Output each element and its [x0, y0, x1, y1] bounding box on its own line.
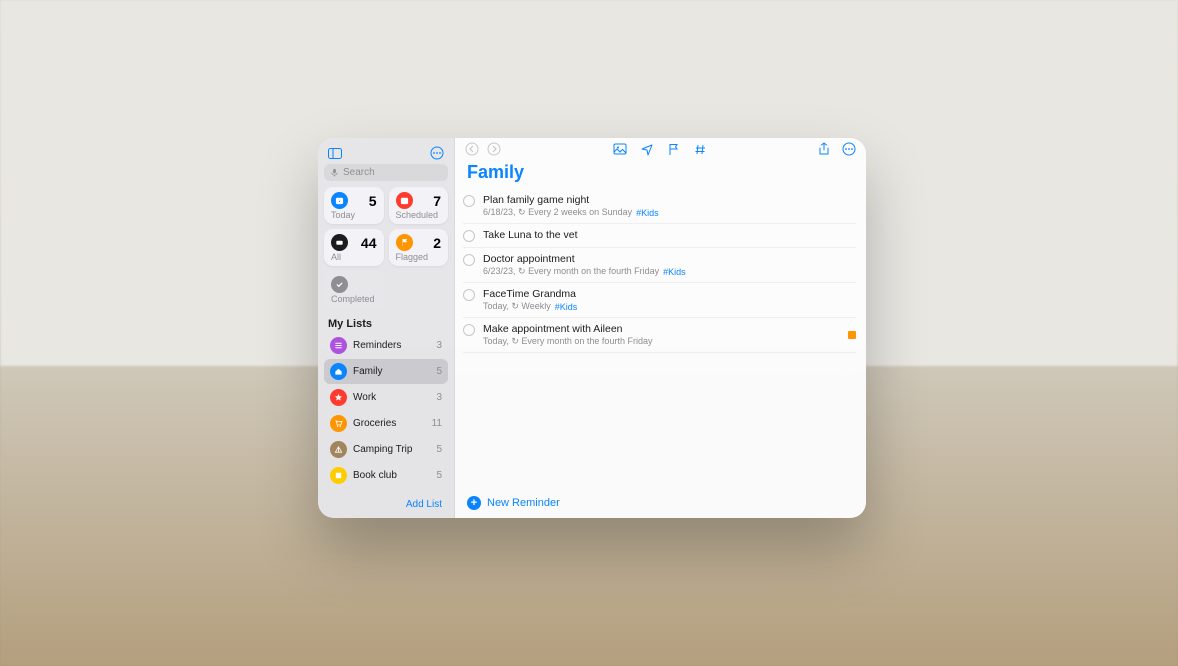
list-count: 3	[436, 392, 442, 403]
smart-list-all[interactable]: 44 All	[324, 229, 384, 266]
list-icon	[330, 337, 347, 354]
reminder-item[interactable]: FaceTime GrandmaToday, ↻ Weekly#Kids	[463, 283, 856, 318]
reminder-title: Take Luna to the vet	[483, 229, 856, 241]
reminder-title: FaceTime Grandma	[483, 288, 856, 300]
flag-button-icon[interactable]	[668, 143, 680, 156]
reminder-tag[interactable]: #Kids	[663, 267, 686, 277]
toolbar	[455, 138, 866, 160]
mic-icon	[330, 168, 339, 177]
sidebar-toggle-icon[interactable]	[328, 146, 342, 160]
reminder-subtitle: 6/18/23, ↻ Every 2 weeks on Sunday#Kids	[483, 207, 856, 218]
location-icon[interactable]	[641, 143, 654, 156]
forward-icon[interactable]	[487, 142, 501, 156]
sidebar-list-family[interactable]: Family 5	[324, 359, 448, 384]
list-title: Family	[455, 160, 866, 189]
plus-icon: +	[467, 496, 481, 510]
hashtag-icon[interactable]	[694, 143, 707, 156]
search-input[interactable]: Search	[324, 164, 448, 181]
list-name: Book club	[353, 470, 430, 481]
list-name: Work	[353, 392, 430, 403]
tray-icon	[331, 234, 348, 251]
flag-indicator-icon	[848, 331, 856, 339]
house-icon	[330, 363, 347, 380]
reminder-tag[interactable]: #Kids	[555, 302, 578, 312]
search-placeholder: Search	[343, 167, 375, 178]
complete-circle[interactable]	[463, 254, 475, 266]
calendar-icon	[396, 192, 413, 209]
reminder-item[interactable]: Doctor appointment6/23/23, ↻ Every month…	[463, 248, 856, 283]
photo-icon[interactable]	[613, 143, 627, 156]
reminder-item[interactable]: Make appointment with AileenToday, ↻ Eve…	[463, 318, 856, 353]
add-list-button[interactable]: Add List	[324, 493, 448, 512]
share-icon[interactable]	[818, 142, 830, 156]
complete-circle[interactable]	[463, 289, 475, 301]
reminder-title: Doctor appointment	[483, 253, 856, 265]
reminders-list: Plan family game night6/18/23, ↻ Every 2…	[455, 189, 866, 490]
tent-icon	[330, 441, 347, 458]
more-icon[interactable]	[430, 146, 444, 160]
complete-circle[interactable]	[463, 230, 475, 242]
smart-list-today[interactable]: •5 Today	[324, 187, 384, 224]
reminder-subtitle: Today, ↻ Weekly#Kids	[483, 301, 856, 312]
reminder-tag[interactable]: #Kids	[636, 208, 659, 218]
list-count: 3	[436, 340, 442, 351]
book-icon	[330, 467, 347, 484]
list-name: Reminders	[353, 340, 430, 351]
back-icon[interactable]	[465, 142, 479, 156]
calendar-today-icon: •	[331, 192, 348, 209]
sidebar-list-work[interactable]: Work 3	[324, 385, 448, 410]
list-count: 5	[436, 366, 442, 377]
reminder-item[interactable]: Plan family game night6/18/23, ↻ Every 2…	[463, 189, 856, 224]
main-panel: Family Plan family game night6/18/23, ↻ …	[455, 138, 866, 518]
reminder-item[interactable]: Take Luna to the vet	[463, 224, 856, 248]
list-name: Groceries	[353, 418, 426, 429]
sidebar-list-book-club[interactable]: Book club 5	[324, 463, 448, 488]
checkmark-icon	[331, 276, 348, 293]
cart-icon	[330, 415, 347, 432]
reminder-title: Make appointment with Aileen	[483, 323, 840, 335]
smart-list-flagged[interactable]: 2 Flagged	[389, 229, 449, 266]
sidebar: Search •5 Today 7 Scheduled 44 All 2 Fla…	[318, 138, 455, 518]
more-actions-icon[interactable]	[842, 142, 856, 156]
sidebar-list-groceries[interactable]: Groceries 11	[324, 411, 448, 436]
my-lists-header: My Lists	[328, 318, 444, 330]
reminder-subtitle: 6/23/23, ↻ Every month on the fourth Fri…	[483, 266, 856, 277]
flag-icon	[396, 234, 413, 251]
smart-list-scheduled[interactable]: 7 Scheduled	[389, 187, 449, 224]
complete-circle[interactable]	[463, 195, 475, 207]
list-name: Camping Trip	[353, 444, 430, 455]
smart-list-completed[interactable]: Completed	[324, 271, 384, 310]
lists-container: Reminders 3 Family 5 Work 3 Groceries 11 Camping…	[324, 333, 448, 488]
reminder-title: Plan family game night	[483, 194, 856, 206]
list-count: 5	[436, 444, 442, 455]
list-count: 5	[436, 470, 442, 481]
complete-circle[interactable]	[463, 324, 475, 336]
sidebar-list-camping-trip[interactable]: Camping Trip 5	[324, 437, 448, 462]
list-name: Family	[353, 366, 430, 377]
reminder-subtitle: Today, ↻ Every month on the fourth Frida…	[483, 336, 840, 347]
sidebar-list-reminders[interactable]: Reminders 3	[324, 333, 448, 358]
new-reminder-button[interactable]: + New Reminder	[455, 490, 866, 518]
new-reminder-label: New Reminder	[487, 497, 560, 509]
list-count: 11	[432, 418, 442, 429]
reminders-window: Search •5 Today 7 Scheduled 44 All 2 Fla…	[318, 138, 866, 518]
star-icon	[330, 389, 347, 406]
